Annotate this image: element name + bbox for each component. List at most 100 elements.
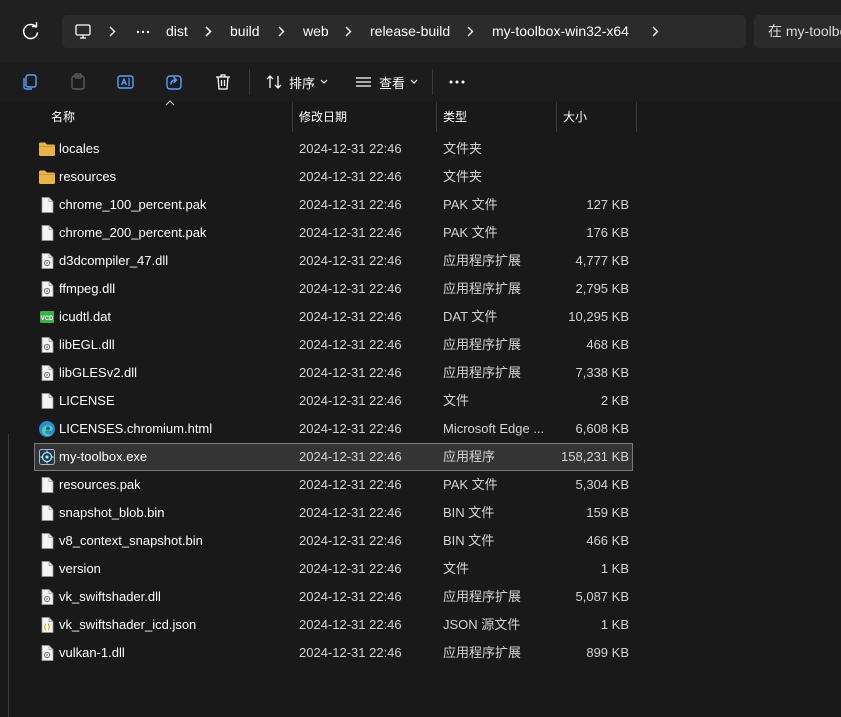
file-name: my-toolbox.exe xyxy=(59,449,148,464)
column-divider[interactable] xyxy=(556,102,557,132)
file-modified-date: 2024-12-31 22:46 xyxy=(299,253,402,268)
file-size: 10,295 KB xyxy=(568,309,629,324)
file-row[interactable]: resources 2024-12-31 22:46 文件夹 xyxy=(34,163,633,191)
breadcrumb[interactable]: dist build web release-build my-toolbox-… xyxy=(62,15,746,48)
file-icon xyxy=(41,197,54,213)
file-name: snapshot_blob.bin xyxy=(59,505,165,520)
sort-label: 排序 xyxy=(289,75,316,91)
delete-button[interactable] xyxy=(213,70,233,94)
column-divider[interactable] xyxy=(436,102,437,132)
file-type: 文件夹 xyxy=(443,141,483,156)
file-modified-date: 2024-12-31 22:46 xyxy=(299,141,402,156)
file-row[interactable]: libGLESv2.dll 2024-12-31 22:46 应用程序扩展 7,338… xyxy=(34,359,633,387)
breadcrumb-item-release-build[interactable]: release-build xyxy=(370,15,450,48)
file-modified-date: 2024-12-31 22:46 xyxy=(299,561,402,576)
refresh-icon[interactable] xyxy=(20,22,42,42)
breadcrumb-item-web[interactable]: web xyxy=(303,15,329,48)
column-type[interactable]: 类型 xyxy=(443,102,467,132)
copy-icon xyxy=(23,74,37,90)
file-row[interactable]: d3dcompiler_47.dll 2024-12-31 22:46 应用程序扩展… xyxy=(34,247,633,275)
copy-button[interactable] xyxy=(20,70,40,94)
file-row[interactable]: resources.pak 2024-12-31 22:46 PAK 文件 5,304… xyxy=(34,471,633,499)
view-icon xyxy=(356,77,371,87)
file-type: 应用程序 xyxy=(443,449,496,464)
file-row[interactable]: chrome_200_percent.pak 2024-12-31 22:46 PA… xyxy=(34,219,633,247)
file-row[interactable]: chrome_100_percent.pak 2024-12-31 22:46 PA… xyxy=(34,191,633,219)
rename-icon xyxy=(117,75,134,89)
file-icon xyxy=(41,477,54,493)
edge-icon xyxy=(39,421,55,437)
share-button[interactable] xyxy=(164,70,184,94)
file-row[interactable]: v8_context_snapshot.bin 2024-12-31 22:46 B… xyxy=(34,527,633,555)
chevron-right-icon[interactable] xyxy=(202,25,214,38)
file-row[interactable]: snapshot_blob.bin 2024-12-31 22:46 BIN 文件 1… xyxy=(34,499,633,527)
file-size: 7,338 KB xyxy=(575,365,630,380)
file-size: 4,777 KB xyxy=(575,253,630,268)
file-row[interactable]: vk_swiftshader.dll 2024-12-31 22:46 应用程序扩展… xyxy=(34,583,633,611)
file-row[interactable]: libEGL.dll 2024-12-31 22:46 应用程序扩展 468 KB xyxy=(34,331,633,359)
file-row[interactable]: LICENSES.chromium.html 2024-12-31 22:46 Mi… xyxy=(34,415,633,443)
json-icon xyxy=(41,617,54,633)
column-name[interactable]: 名称 xyxy=(51,102,75,132)
file-row[interactable]: ffmpeg.dll 2024-12-31 22:46 应用程序扩展 2,795 KB xyxy=(34,275,633,303)
file-name: resources.pak xyxy=(59,477,141,492)
file-type: PAK 文件 xyxy=(443,477,498,492)
sort-button[interactable]: 排序 xyxy=(265,70,328,94)
file-row[interactable]: vk_swiftshader_icd.json 2024-12-31 22:46 J… xyxy=(34,611,633,639)
file-modified-date: 2024-12-31 22:46 xyxy=(299,421,402,436)
view-button[interactable]: 查看 xyxy=(355,70,418,94)
file-size: 5,087 KB xyxy=(575,589,630,604)
search-input[interactable]: 在 my-toolbox-win32-x64 中搜索 xyxy=(754,15,841,48)
more-options-button[interactable] xyxy=(448,70,466,94)
this-pc-icon[interactable] xyxy=(75,24,91,39)
file-type: 应用程序扩展 xyxy=(443,589,522,604)
file-name: resources xyxy=(59,169,117,184)
file-modified-date: 2024-12-31 22:46 xyxy=(299,617,402,632)
file-size: 468 KB xyxy=(586,337,629,352)
file-type: JSON 源文件 xyxy=(443,617,521,632)
file-modified-date: 2024-12-31 22:46 xyxy=(299,393,402,408)
file-row[interactable]: my-toolbox.exe 2024-12-31 22:46 应用程序 158,23… xyxy=(34,443,633,471)
file-name: v8_context_snapshot.bin xyxy=(59,533,203,548)
chevron-right-icon[interactable] xyxy=(342,25,354,38)
more-icon xyxy=(449,80,465,84)
file-type: BIN 文件 xyxy=(443,533,495,548)
toolbar-separator xyxy=(249,69,250,95)
file-type: 应用程序扩展 xyxy=(443,365,522,380)
file-name: vulkan-1.dll xyxy=(59,645,125,660)
file-row[interactable]: vulkan-1.dll 2024-12-31 22:46 应用程序扩展 899 KB xyxy=(34,639,633,667)
column-date[interactable]: 修改日期 xyxy=(299,102,347,132)
file-type: Microsoft Edge ... xyxy=(443,421,545,436)
file-name: LICENSES.chromium.html xyxy=(59,421,213,436)
chevron-right-icon[interactable] xyxy=(106,25,118,38)
column-divider[interactable] xyxy=(636,102,637,132)
more-path-icon[interactable] xyxy=(136,30,150,34)
sort-icon xyxy=(266,75,282,89)
paste-button[interactable] xyxy=(68,70,88,94)
file-modified-date: 2024-12-31 22:46 xyxy=(299,197,402,212)
file-modified-date: 2024-12-31 22:46 xyxy=(299,365,402,380)
file-row[interactable]: version 2024-12-31 22:46 文件 1 KB xyxy=(34,555,633,583)
share-icon xyxy=(166,75,182,90)
column-divider[interactable] xyxy=(292,102,293,132)
sort-ascending-icon xyxy=(165,100,175,106)
file-icon xyxy=(41,561,54,577)
breadcrumb-item-dist[interactable]: dist xyxy=(166,15,188,48)
file-row[interactable]: VCD icudtl.dat 2024-12-31 22:46 DAT 文件 10,29… xyxy=(34,303,633,331)
chevron-down-icon xyxy=(320,79,328,84)
file-type: PAK 文件 xyxy=(443,225,498,240)
breadcrumb-item-build[interactable]: build xyxy=(230,15,260,48)
file-type: BIN 文件 xyxy=(443,505,495,520)
chevron-right-icon[interactable] xyxy=(464,25,476,38)
file-row[interactable]: locales 2024-12-31 22:46 文件夹 xyxy=(34,135,633,163)
file-name: version xyxy=(59,561,101,576)
file-type: 文件 xyxy=(443,561,470,576)
file-row[interactable]: LICENSE 2024-12-31 22:46 文件 2 KB xyxy=(34,387,633,415)
file-size: 5,304 KB xyxy=(575,477,630,492)
file-name: libEGL.dll xyxy=(59,337,115,352)
column-size[interactable]: 大小 xyxy=(563,102,587,132)
chevron-right-icon[interactable] xyxy=(275,25,287,38)
chevron-right-icon[interactable] xyxy=(649,25,661,38)
breadcrumb-item-current-folder[interactable]: my-toolbox-win32-x64 xyxy=(492,15,629,48)
rename-button[interactable] xyxy=(116,70,136,94)
